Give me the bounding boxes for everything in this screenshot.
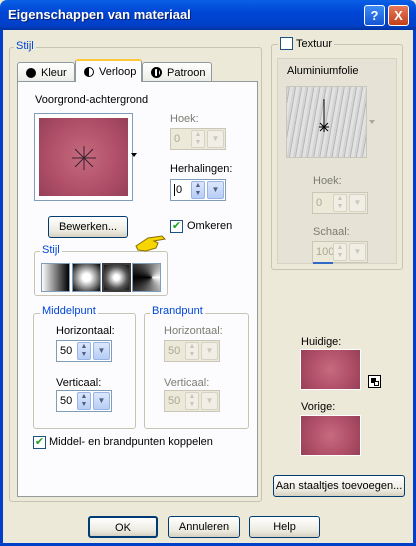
chevron-down-icon[interactable]: ▼ [349, 243, 366, 261]
gradient-name-label: Voorgrond-achtergrond [35, 94, 149, 106]
invert-checkbox[interactable]: ✔ [170, 220, 183, 233]
previous-label: Vorige: [301, 401, 336, 413]
spinner-arrows-icon[interactable]: ▲ ▼ [185, 392, 199, 410]
texture-scale-value: 100 [316, 246, 335, 258]
tab-kleur[interactable]: Kleur [17, 62, 75, 82]
pattern-icon [151, 67, 162, 78]
style-rectangular-button[interactable] [72, 263, 101, 292]
texture-name-label: Aluminiumfolie [287, 65, 359, 77]
gradient-style-label: Stijl [40, 244, 62, 256]
chevron-down-icon[interactable]: ▼ [93, 342, 110, 360]
focal-h-spinner[interactable]: 50 ▲ ▼ ▼ [164, 340, 220, 362]
texture-angle-value: 0 [316, 197, 323, 209]
tab-kleur-label: Kleur [41, 66, 67, 79]
texture-label: Textuur [296, 37, 333, 50]
texture-preview[interactable] [286, 86, 367, 158]
link-points-checkbox[interactable]: ✔ [33, 436, 46, 449]
add-to-swatches-button[interactable]: Aan staaltjes toevoegen... [273, 475, 405, 497]
ok-button[interactable]: OK [88, 516, 158, 538]
angle-label: Hoek: [170, 113, 199, 125]
pointing-hand-icon [135, 235, 167, 252]
center-h-value: 50 [60, 345, 73, 357]
spinner-arrows-icon[interactable]: ▲ ▼ [191, 181, 205, 199]
spinner-arrows-icon[interactable]: ▲ ▼ [333, 194, 347, 212]
texture-marker-icon[interactable] [287, 87, 368, 159]
chevron-down-icon[interactable]: ▼ [201, 342, 218, 360]
focal-point-label: Brandpunt [150, 305, 205, 317]
center-h-spinner[interactable]: 50 ▲ ▼ ▼ [56, 340, 112, 362]
window-title: Eigenschappen van materiaal [8, 7, 191, 22]
focal-v-label: Verticaal: [164, 377, 210, 389]
texture-scale-bar [313, 262, 333, 264]
texture-scale-spinner[interactable]: 100 ▲ ▼ ▼ [312, 241, 368, 263]
edit-gradient-button[interactable]: Bewerken... [48, 216, 128, 238]
tab-verloop-label: Verloop [99, 65, 137, 78]
texture-dropdown-arrow-icon[interactable] [369, 120, 375, 124]
cancel-button[interactable]: Annuleren [168, 516, 240, 538]
circle-fill-icon [26, 67, 36, 78]
texture-scale-label: Schaal: [313, 226, 350, 238]
chevron-down-icon[interactable]: ▼ [207, 181, 224, 199]
gradient-preview-frame[interactable] [34, 113, 133, 201]
gradient-dropdown-arrow-icon[interactable] [131, 153, 137, 157]
gradient-preview [39, 118, 128, 196]
half-circle-icon [84, 66, 94, 77]
center-v-spinner[interactable]: 50 ▲ ▼ ▼ [56, 390, 112, 412]
center-h-label: Horizontaal: [56, 325, 115, 337]
style-radial-button[interactable] [132, 263, 161, 292]
tab-patroon[interactable]: Patroon [142, 62, 212, 82]
help-title-button[interactable]: ? [364, 5, 385, 26]
swap-swatch-icon[interactable] [368, 375, 381, 388]
tab-patroon-label: Patroon [167, 66, 206, 79]
spinner-arrows-icon[interactable]: ▲ ▼ [191, 130, 205, 148]
close-button[interactable]: X [388, 5, 409, 26]
current-swatch [300, 349, 361, 390]
style-linear-button[interactable] [41, 263, 70, 292]
invert-label: Omkeren [187, 220, 233, 232]
focal-v-spinner[interactable]: 50 ▲ ▼ ▼ [164, 390, 220, 412]
spinner-arrows-icon[interactable]: ▲ ▼ [77, 392, 91, 410]
spinner-arrows-icon[interactable]: ▲ ▼ [185, 342, 199, 360]
focal-h-value: 50 [168, 345, 181, 357]
help-button[interactable]: Help [249, 516, 320, 538]
angle-spinner[interactable]: 0 ▲ ▼ ▼ [170, 128, 226, 150]
current-label: Huidige: [301, 336, 342, 348]
texture-angle-label: Hoek: [313, 175, 342, 187]
previous-swatch[interactable] [300, 415, 361, 456]
focal-v-value: 50 [168, 395, 181, 407]
angle-value: 0 [174, 133, 181, 145]
repeats-label: Herhalingen: [170, 163, 233, 175]
focal-h-label: Horizontaal: [164, 325, 223, 337]
texture-angle-spinner[interactable]: 0 ▲ ▼ ▼ [312, 192, 368, 214]
repeats-value: 0 [174, 184, 183, 196]
tab-verloop[interactable]: Verloop [75, 59, 142, 82]
chevron-down-icon[interactable]: ▼ [349, 194, 366, 212]
texture-checkbox[interactable] [280, 37, 293, 50]
gradient-center-marker-icon[interactable] [69, 143, 99, 173]
style-group-label: Stijl [14, 40, 36, 52]
style-sunburst-button[interactable] [102, 263, 131, 292]
chevron-down-icon[interactable]: ▼ [93, 392, 110, 410]
chevron-down-icon[interactable]: ▼ [201, 392, 218, 410]
center-v-value: 50 [60, 395, 73, 407]
link-points-label: Middel- en brandpunten koppelen [49, 436, 213, 448]
repeats-spinner[interactable]: 0 ▲ ▼ ▼ [170, 179, 226, 201]
center-v-label: Verticaal: [56, 377, 102, 389]
spinner-arrows-icon[interactable]: ▲ ▼ [77, 342, 91, 360]
chevron-down-icon[interactable]: ▼ [207, 130, 224, 148]
texture-header[interactable]: Textuur [278, 37, 335, 50]
spinner-arrows-icon[interactable]: ▲ ▼ [333, 243, 347, 261]
center-point-label: Middelpunt [40, 305, 98, 317]
